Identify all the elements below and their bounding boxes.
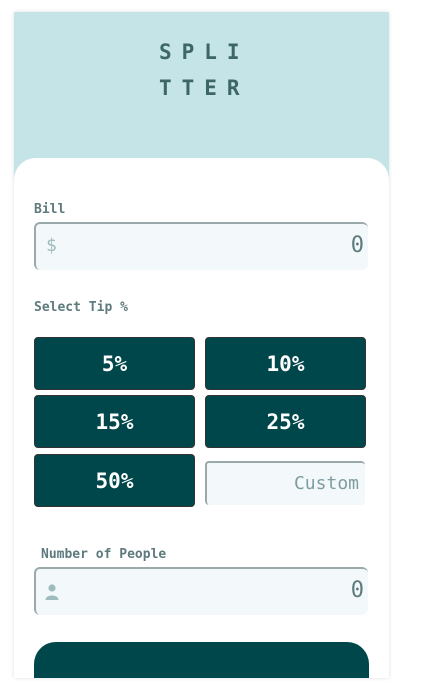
tip-5-button[interactable]: 5% xyxy=(34,337,195,390)
logo-line-2: TTER xyxy=(159,76,250,100)
tip-50-button[interactable]: 50% xyxy=(34,454,195,507)
people-value: 0 xyxy=(350,578,364,603)
bill-label: Bill xyxy=(34,202,66,217)
person-icon xyxy=(45,584,59,600)
logo: SPLI TTER xyxy=(159,34,269,106)
custom-tip-input[interactable]: Custom xyxy=(205,461,365,505)
tip-label: Select Tip % xyxy=(34,300,128,315)
tip-25-button[interactable]: 25% xyxy=(205,395,366,448)
bill-value: 0 xyxy=(350,233,364,258)
logo-line-1: SPLI xyxy=(159,40,250,64)
dollar-icon: $ xyxy=(46,235,57,256)
results-panel xyxy=(34,642,369,678)
splitter-app: SPLI TTER Bill $ 0 Select Tip % 5% 10% 1… xyxy=(14,12,389,678)
people-label: Number of People xyxy=(41,547,167,562)
tip-15-button[interactable]: 15% xyxy=(34,395,195,448)
people-input[interactable]: 0 xyxy=(34,567,368,615)
tip-10-button[interactable]: 10% xyxy=(205,337,366,390)
bill-input[interactable]: $ 0 xyxy=(34,222,368,270)
calculator-card: Bill $ 0 Select Tip % 5% 10% 15% 25% 50%… xyxy=(14,158,389,678)
